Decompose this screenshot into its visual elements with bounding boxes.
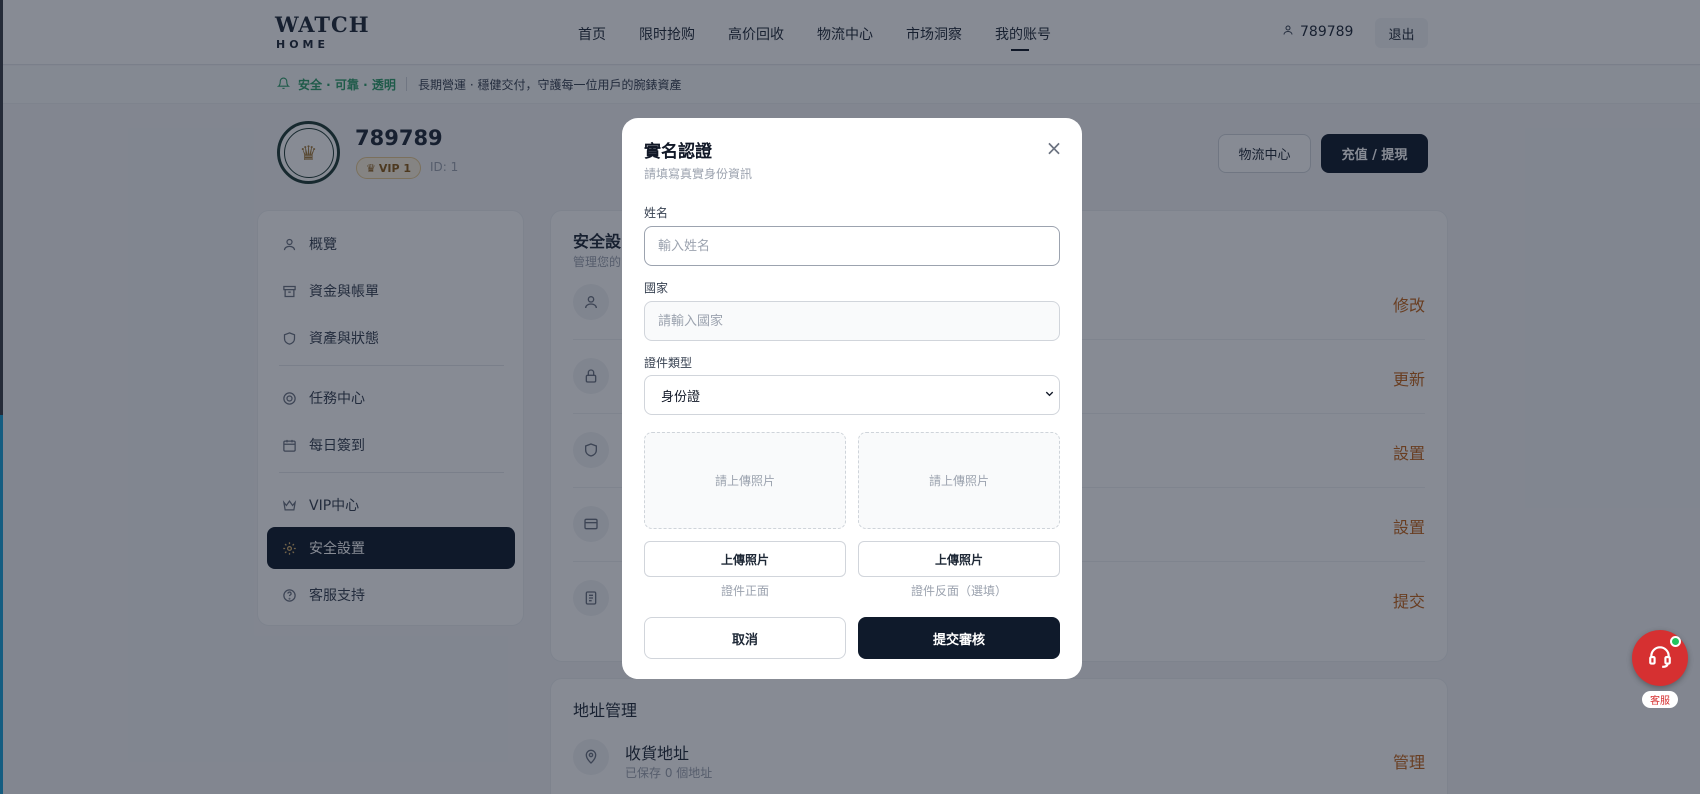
online-status-dot xyxy=(1670,636,1681,647)
back-caption: 證件反面（選填） xyxy=(910,584,1007,598)
upload-front-button[interactable]: 上傳照片 xyxy=(644,541,846,577)
country-label: 國家 xyxy=(644,281,669,295)
modal-subtitle: 請填寫真實身份資訊 xyxy=(644,167,753,181)
front-caption: 證件正面 xyxy=(720,584,769,598)
upload-placeholder: 請上傳照片 xyxy=(714,474,775,488)
id-type-value: 身份證 xyxy=(661,389,701,405)
modal-title: 實名認證 xyxy=(644,142,712,162)
close-icon[interactable]: × xyxy=(1044,136,1064,160)
upload-back-button[interactable]: 上傳照片 xyxy=(858,541,1060,577)
upload-back-preview[interactable]: 請上傳照片 xyxy=(858,432,1060,529)
upload-placeholder: 請上傳照片 xyxy=(928,474,989,488)
id-type-label: 證件類型 xyxy=(644,356,693,370)
name-field[interactable] xyxy=(644,226,1060,266)
page: WATCH HOME 首页 限时抢购 高价回收 物流中心 市场洞察 我的账号 7… xyxy=(0,0,1700,794)
name-label: 姓名 xyxy=(644,206,669,220)
country-field[interactable] xyxy=(644,301,1060,341)
submit-review-button[interactable]: 提交審核 xyxy=(858,617,1060,659)
headset-icon xyxy=(1647,643,1673,673)
cancel-button[interactable]: 取消 xyxy=(644,617,846,659)
support-label[interactable]: 客服 xyxy=(1642,691,1678,708)
verification-modal: 實名認證 請填寫真實身份資訊 × 姓名 國家 證件類型 身份證 請上傳照片 請上… xyxy=(622,118,1082,679)
id-type-select[interactable]: 身份證 xyxy=(644,375,1060,415)
chevron-down-icon xyxy=(1044,388,1055,402)
upload-front-preview[interactable]: 請上傳照片 xyxy=(644,432,846,529)
